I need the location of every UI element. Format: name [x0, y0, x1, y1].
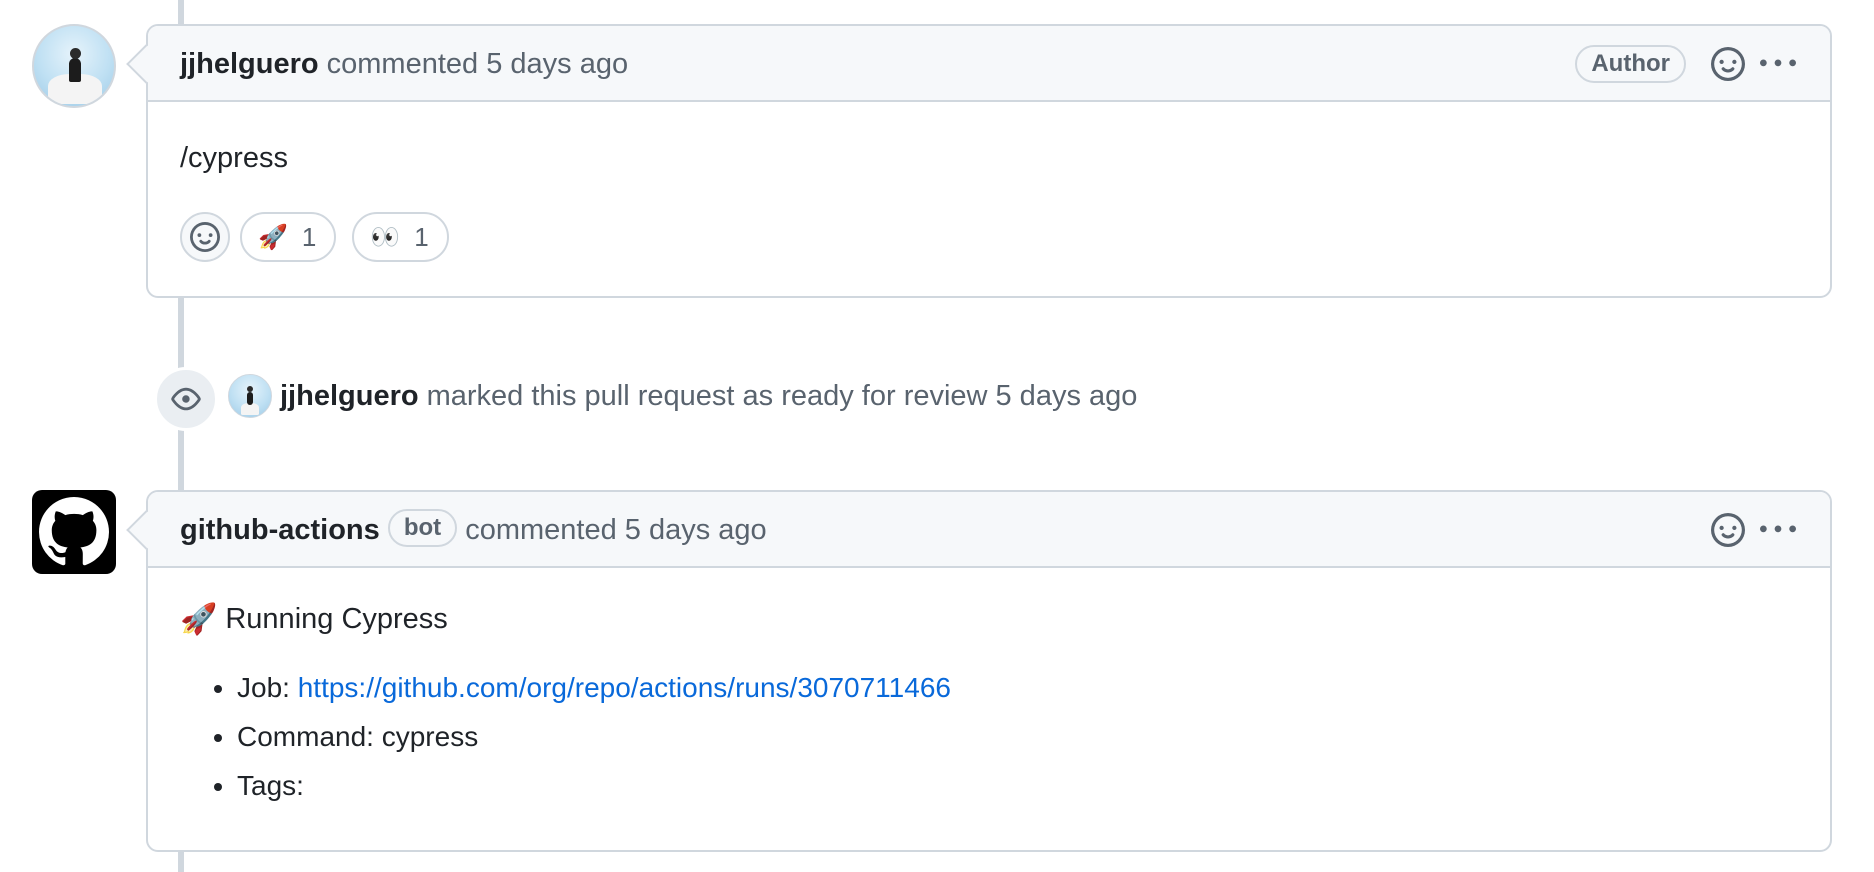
smiley-icon: [1711, 513, 1745, 547]
github-mark-icon: [39, 497, 109, 566]
rocket-icon: 🚀: [258, 223, 288, 251]
avatar-jjhelguero[interactable]: [32, 24, 116, 108]
comment-author[interactable]: github-actions: [180, 514, 380, 546]
avatar-figure-head: [70, 48, 81, 59]
rocket-icon: 🚀: [180, 603, 218, 636]
eye-icon: [171, 387, 201, 411]
list-item-label: Command:: [237, 721, 374, 752]
reaction-count: 1: [414, 221, 429, 252]
list-item-label: Tags:: [237, 770, 304, 801]
comment-card-1: jjhelguero commented 5 days ago Author /…: [126, 24, 1832, 298]
list-item: Tags:: [237, 761, 1798, 810]
list-item-value: cypress: [381, 721, 479, 752]
list-item-label: Job:: [237, 672, 290, 703]
add-reaction-button[interactable]: [180, 212, 230, 262]
job-link[interactable]: https://github.com/org/repo/actions/runs…: [298, 672, 951, 703]
more-actions-button[interactable]: [1758, 44, 1798, 84]
more-actions-button[interactable]: [1758, 510, 1798, 550]
reaction-rocket[interactable]: 🚀 1: [240, 212, 337, 262]
comment-action: commented: [465, 514, 617, 546]
kebab-horizontal-icon: [1760, 59, 1796, 67]
smiley-icon: [190, 222, 220, 252]
comment-header-text: github-actions bot commented 5 days ago: [180, 492, 767, 568]
comment-action: commented: [326, 48, 479, 80]
reactions-bar: 🚀 1 👀 1: [180, 212, 1798, 262]
list-item: Job: https://github.com/org/repo/actions…: [237, 663, 1798, 712]
comment-header: github-actions bot commented 5 days ago: [148, 492, 1830, 568]
comment-timestamp[interactable]: 5 days ago: [486, 48, 628, 80]
ready-for-review-badge: [154, 367, 218, 431]
comment-body-text: /cypress: [180, 142, 288, 174]
comment-card-2: github-actions bot commented 5 days ago: [126, 490, 1832, 852]
list-item: Command: cypress: [237, 712, 1798, 761]
event-description: marked this pull request as ready for re…: [426, 379, 988, 412]
comment-header: jjhelguero commented 5 days ago Author: [148, 26, 1830, 102]
comment-header-actions: [1708, 492, 1798, 568]
comment-header-text: jjhelguero commented 5 days ago: [180, 26, 628, 102]
add-reaction-button[interactable]: [1708, 44, 1748, 84]
avatar-figure-body: [247, 392, 253, 405]
comment-body: /cypress 🚀 1 👀 1: [180, 102, 1798, 262]
avatar-figure-body: [69, 58, 81, 82]
comment-author[interactable]: jjhelguero: [180, 48, 319, 80]
event-actor-name[interactable]: jjhelguero: [280, 380, 419, 413]
comment-body: 🚀 Running Cypress Job: https://github.co…: [180, 568, 1798, 810]
reaction-eyes[interactable]: 👀 1: [352, 212, 449, 262]
eyes-icon: 👀: [370, 223, 401, 251]
avatar-figure-head: [247, 386, 253, 392]
reaction-count: 1: [301, 221, 317, 252]
event-timestamp[interactable]: 5 days ago: [996, 380, 1138, 413]
comment-timestamp[interactable]: 5 days ago: [625, 514, 767, 546]
smiley-icon: [1711, 47, 1745, 81]
add-reaction-button[interactable]: [1708, 510, 1748, 550]
kebab-horizontal-icon: [1760, 525, 1796, 533]
bot-details-list: Job: https://github.com/org/repo/actions…: [180, 663, 1798, 810]
bot-message-title-text: Running Cypress: [225, 603, 448, 635]
timeline-event: jjhelguero marked this pull request as r…: [228, 372, 1137, 420]
avatar-github-actions[interactable]: [32, 490, 116, 574]
author-badge: Author: [1575, 45, 1686, 83]
pr-timeline: jjhelguero commented 5 days ago Author /…: [0, 0, 1874, 872]
bot-label: bot: [387, 509, 458, 548]
bot-message-title: 🚀 Running Cypress: [180, 602, 1798, 637]
comment-header-actions: Author: [1575, 26, 1798, 102]
event-actor-avatar[interactable]: [228, 374, 272, 418]
